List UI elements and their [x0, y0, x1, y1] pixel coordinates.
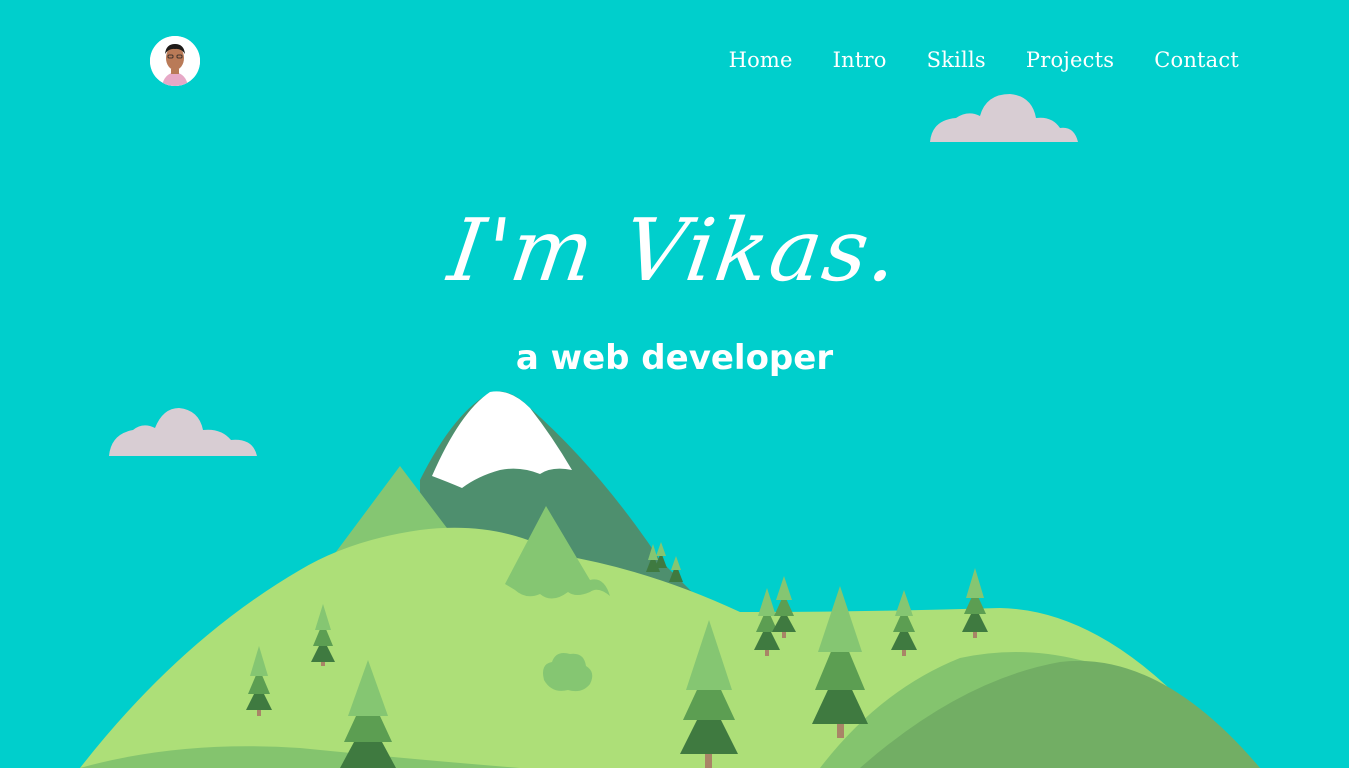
nav-intro[interactable]: Intro — [833, 46, 887, 74]
hero-title: I'm Vikas. — [442, 201, 907, 301]
tree — [772, 576, 796, 638]
nav-projects[interactable]: Projects — [1026, 46, 1114, 74]
hero-subtitle: a web developer — [515, 338, 834, 378]
nav-contact[interactable]: Contact — [1154, 46, 1239, 74]
landing-page: Home Intro Skills Projects Contact I'm V… — [0, 0, 1349, 768]
nav-skills[interactable]: Skills — [927, 46, 986, 74]
site-header: Home Intro Skills Projects Contact — [0, 0, 1349, 120]
tree — [669, 556, 683, 582]
nav-home[interactable]: Home — [729, 46, 793, 74]
tree — [962, 568, 988, 638]
tree — [655, 542, 667, 568]
profile-photo-icon — [150, 36, 200, 86]
main-nav: Home Intro Skills Projects Contact — [729, 46, 1239, 74]
avatar[interactable] — [150, 36, 200, 86]
